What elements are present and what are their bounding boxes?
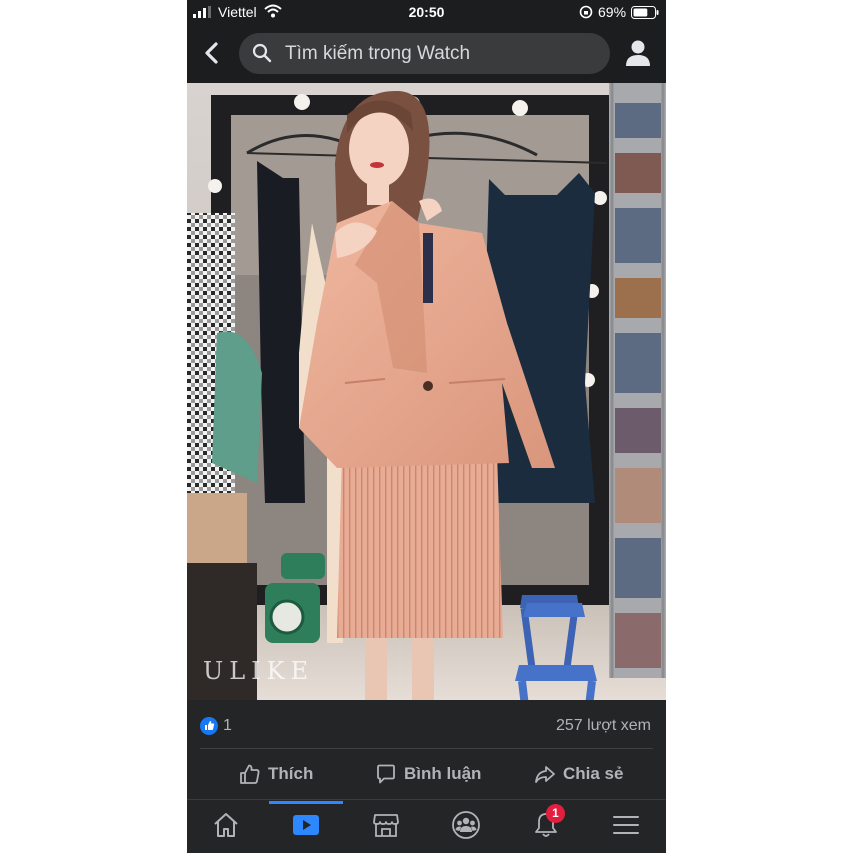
hamburger-menu-icon (613, 816, 639, 834)
tab-groups[interactable] (446, 810, 486, 846)
watch-video-icon (293, 815, 319, 835)
thumbs-up-icon (240, 764, 260, 784)
search-header (187, 24, 666, 83)
profile-icon[interactable] (623, 38, 653, 68)
share-button[interactable]: Chia sẻ (534, 759, 623, 789)
status-time: 20:50 (408, 4, 445, 20)
comment-button[interactable]: Bình luận (375, 759, 481, 789)
video-player[interactable]: ULIKE (187, 83, 666, 700)
share-button-label: Chia sẻ (563, 764, 624, 783)
tab-menu[interactable] (606, 810, 646, 846)
like-button[interactable]: Thích (239, 759, 313, 789)
back-arrow-icon[interactable] (197, 36, 227, 70)
video-stats: 1 257 lượt xem (187, 700, 666, 748)
like-count[interactable]: 1 (223, 717, 232, 735)
like-button-label: Thích (268, 764, 314, 783)
search-bar[interactable] (239, 33, 610, 74)
rotation-lock-icon (579, 5, 593, 19)
action-bar: Thích Bình luận Chia sẻ (187, 749, 666, 799)
status-bar: Viettel 20:50 69% (187, 0, 666, 24)
tab-marketplace[interactable] (366, 810, 406, 846)
search-input[interactable] (285, 33, 595, 74)
video-watermark: ULIKE (203, 657, 315, 685)
bottom-tab-bar: 1 (187, 799, 666, 853)
view-count: 257 lượt xem (555, 717, 651, 734)
notification-badge: 1 (546, 804, 565, 823)
share-icon (535, 766, 555, 783)
tab-home[interactable] (206, 810, 246, 846)
tab-watch[interactable] (286, 810, 326, 846)
groups-icon (452, 811, 480, 839)
like-reaction-icon[interactable] (200, 717, 218, 735)
video-frame-image (187, 83, 666, 700)
comment-icon (377, 764, 395, 784)
home-icon (214, 813, 238, 837)
search-icon (252, 43, 272, 63)
tab-notifications[interactable]: 1 (526, 804, 566, 846)
facebook-watch-screen: Viettel 20:50 69% Tìm kiếm trong Watch U… (187, 0, 666, 853)
battery-icon (631, 6, 659, 19)
battery-percentage: 69% (598, 4, 627, 20)
comment-button-label: Bình luận (404, 764, 482, 783)
marketplace-icon (373, 814, 399, 837)
active-tab-indicator (269, 801, 343, 804)
